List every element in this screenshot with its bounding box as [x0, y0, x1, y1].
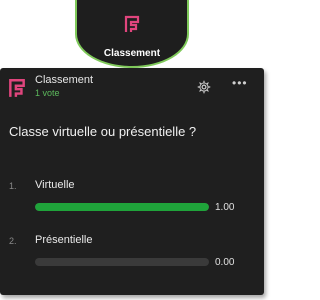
- badge-label: Classement: [103, 48, 161, 59]
- poll-card: Classement 1 vote ••• Classe virtuelle o…: [0, 68, 264, 295]
- option-number: 2.: [9, 236, 17, 246]
- option-number: 1.: [9, 181, 17, 191]
- option-progress-fill: [35, 203, 209, 211]
- poll-logo-icon: [124, 15, 140, 32]
- vote-count: 1 vote: [35, 88, 60, 98]
- more-options-icon[interactable]: •••: [232, 76, 248, 90]
- option-value: 1.00: [215, 202, 235, 213]
- poll-question: Classe virtuelle ou présentielle ?: [9, 124, 197, 139]
- poll-logo-icon: [9, 79, 25, 97]
- option-label[interactable]: Virtuelle: [35, 179, 75, 191]
- option-value: 0.00: [215, 257, 235, 268]
- app-badge[interactable]: Classement: [75, 0, 189, 68]
- option-progress-bar: [35, 258, 209, 266]
- option-progress-bar: [35, 203, 209, 211]
- gear-icon[interactable]: [197, 80, 211, 94]
- option-label[interactable]: Présentielle: [35, 234, 92, 246]
- poll-title: Classement: [35, 74, 94, 86]
